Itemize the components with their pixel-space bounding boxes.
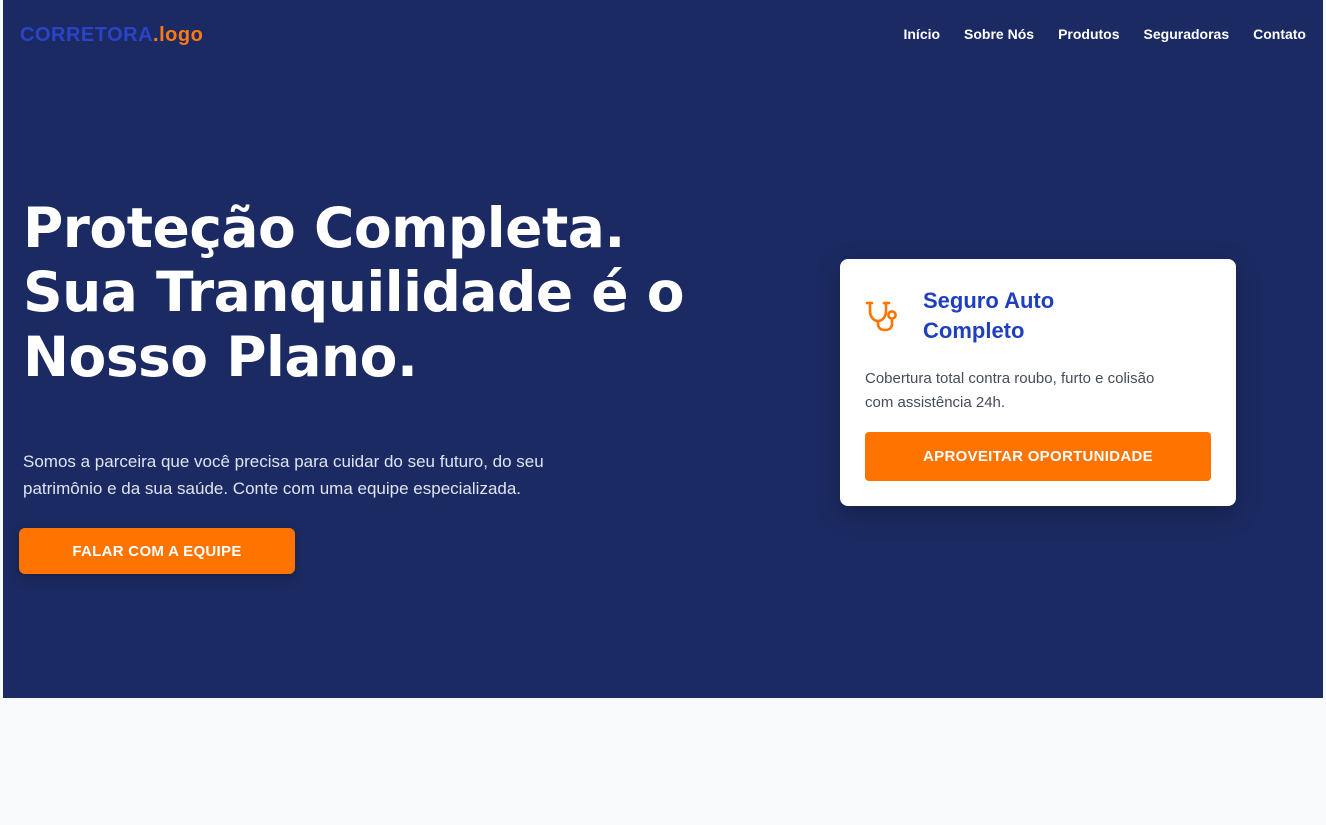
hero-headline-line-1: Proteção Completa. (23, 196, 625, 260)
hero-headline-line-3: Nosso Plano. (23, 324, 418, 389)
navbar: CORRETORA.logo Início Sobre Nós Produtos… (3, 0, 1323, 72)
seize-opportunity-button[interactable]: APROVEITAR OPORTUNIDADE (865, 432, 1211, 481)
nav-link-sobre-nos[interactable]: Sobre Nós (964, 26, 1034, 42)
stethoscope-icon (864, 297, 900, 333)
hero-subtext-line-2: patrimônio e da sua saúde. Conte com uma… (23, 479, 522, 499)
nav-links: Início Sobre Nós Produtos Seguradoras Co… (903, 26, 1306, 42)
nav-link-contato[interactable]: Contato (1253, 26, 1306, 42)
talk-to-team-button[interactable]: FALAR COM A EQUIPE (19, 528, 295, 574)
nav-link-seguradoras[interactable]: Seguradoras (1144, 26, 1230, 42)
card-description-line-1: Cobertura total contra roubo, furto e co… (865, 370, 1155, 387)
logo-main-text: CORRETORA (20, 24, 154, 46)
hero-section: CORRETORA.logo Início Sobre Nós Produtos… (3, 0, 1323, 698)
card-title-line-1: Seguro Auto (923, 288, 1055, 313)
nav-link-inicio[interactable]: Início (903, 26, 940, 42)
logo-accent-text: .logo (153, 24, 204, 46)
card-title-line-2: Completo (923, 317, 1025, 343)
card-title: Seguro Auto Completo (923, 286, 1153, 346)
hero-subtext-line-1: Somos a parceira que você precisa para c… (23, 452, 544, 471)
offer-card: Seguro Auto Completo Cobertura total con… (840, 259, 1236, 506)
card-description-line-2: com assistência 24h. (865, 394, 1006, 411)
logo[interactable]: CORRETORA.logo (20, 24, 203, 47)
nav-link-produtos[interactable]: Produtos (1058, 26, 1119, 42)
hero-headline: Proteção Completa. Sua Tranquilidade é o… (23, 196, 783, 389)
lower-section (3, 698, 1323, 825)
hero-headline-line-2: Sua Tranquilidade é o (23, 260, 685, 325)
card-description: Cobertura total contra roubo, furto e co… (865, 367, 1220, 415)
hero-subtext: Somos a parceira que você precisa para c… (23, 448, 663, 502)
